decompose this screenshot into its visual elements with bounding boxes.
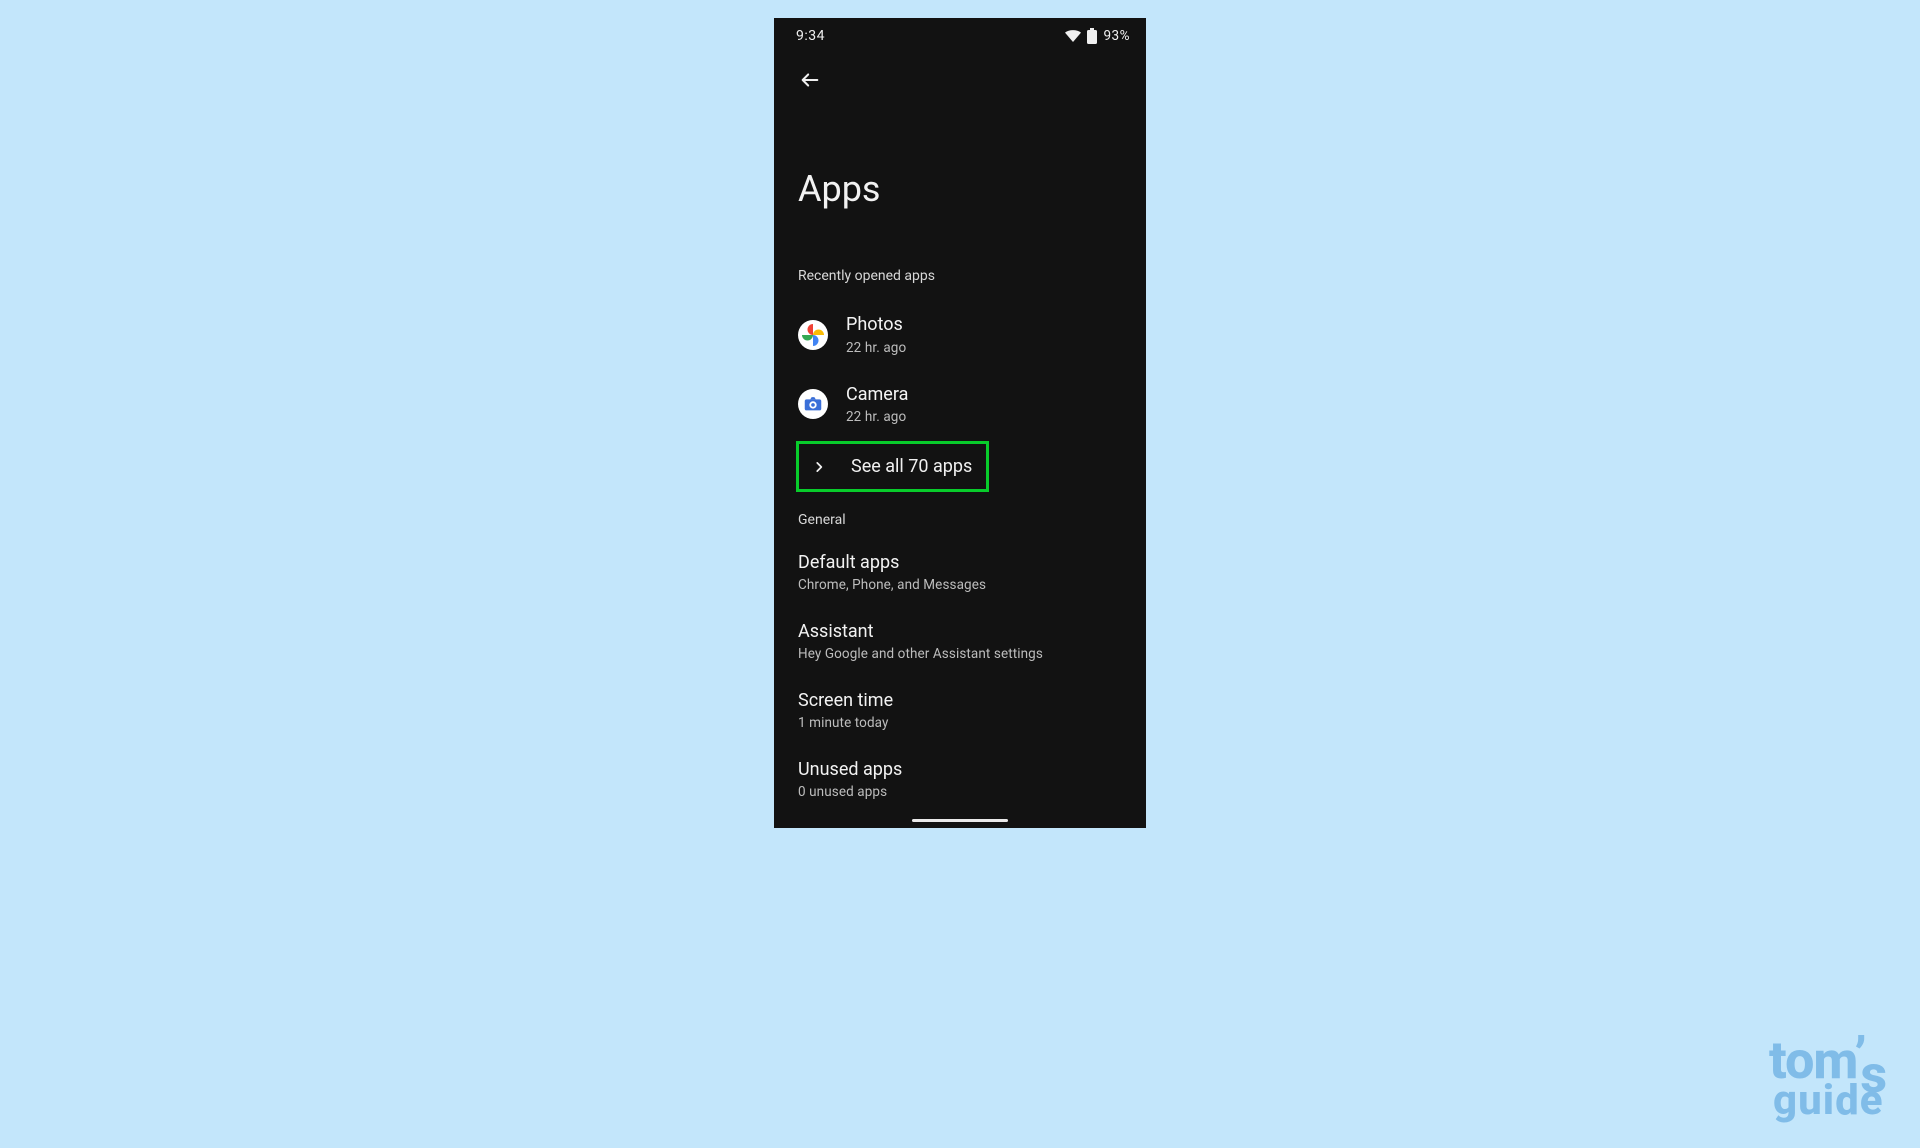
row-title: Screen time: [798, 690, 1122, 711]
app-subtitle: 22 hr. ago: [846, 409, 908, 425]
row-title: Assistant: [798, 621, 1122, 642]
wifi-icon: [1065, 30, 1081, 42]
back-button[interactable]: [790, 64, 830, 100]
toolbar: [774, 44, 1146, 100]
app-row-camera[interactable]: Camera 22 hr. ago: [774, 370, 1146, 440]
general-list: Default apps Chrome, Phone, and Messages…: [774, 528, 1146, 814]
home-indicator[interactable]: [912, 819, 1008, 822]
battery-icon: [1087, 28, 1097, 44]
row-default-apps[interactable]: Default apps Chrome, Phone, and Messages: [774, 538, 1146, 607]
row-subtitle: Hey Google and other Assistant settings: [798, 646, 1122, 662]
app-row-photos[interactable]: Photos 22 hr. ago: [774, 300, 1146, 370]
phone-frame: 9:34 93% Apps Recently opened apps: [774, 18, 1146, 828]
app-row-texts: Camera 22 hr. ago: [846, 384, 908, 426]
camera-app-icon: [798, 389, 828, 419]
photos-app-icon: [798, 320, 828, 350]
section-label-general: General: [774, 512, 1146, 528]
see-all-apps-button[interactable]: See all 70 apps: [796, 441, 989, 492]
row-title: Unused apps: [798, 759, 1122, 780]
chevron-right-icon: [809, 457, 829, 477]
see-all-label: See all 70 apps: [851, 456, 972, 477]
app-row-texts: Photos 22 hr. ago: [846, 314, 906, 356]
row-unused-apps[interactable]: Unused apps 0 unused apps: [774, 745, 1146, 814]
page-background: 9:34 93% Apps Recently opened apps: [0, 0, 1920, 1148]
recent-apps-list: Photos 22 hr. ago Camera 22 hr. ago: [774, 284, 1146, 492]
row-subtitle: 1 minute today: [798, 715, 1122, 731]
row-title: Default apps: [798, 552, 1122, 573]
watermark-text-s: s: [1860, 1044, 1886, 1105]
row-subtitle: 0 unused apps: [798, 784, 1122, 800]
app-name: Photos: [846, 314, 906, 336]
row-subtitle: Chrome, Phone, and Messages: [798, 577, 1122, 593]
row-assistant[interactable]: Assistant Hey Google and other Assistant…: [774, 607, 1146, 676]
page-title: Apps: [774, 100, 1146, 210]
app-name: Camera: [846, 384, 908, 406]
status-bar: 9:34 93%: [774, 18, 1146, 44]
watermark-logo: tom’s guide: [1769, 1041, 1886, 1118]
arrow-left-icon: [799, 69, 821, 95]
status-time: 9:34: [796, 28, 825, 44]
status-right: 93%: [1065, 28, 1130, 44]
section-label-recent: Recently opened apps: [774, 268, 1146, 284]
battery-pct: 93%: [1103, 28, 1130, 44]
row-screen-time[interactable]: Screen time 1 minute today: [774, 676, 1146, 745]
app-subtitle: 22 hr. ago: [846, 340, 906, 356]
